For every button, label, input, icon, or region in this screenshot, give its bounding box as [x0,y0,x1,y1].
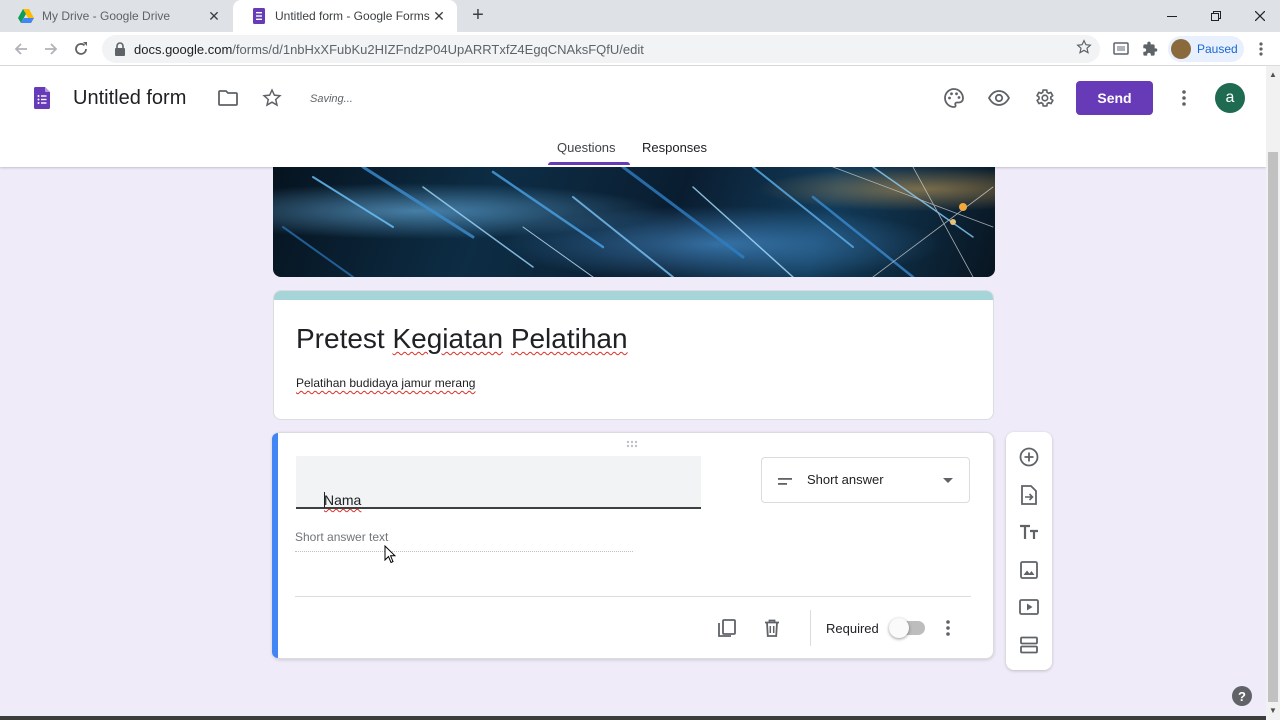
browser-tab-my-drive[interactable]: My Drive - Google Drive ✕ [0,0,232,32]
form-title-word: Kegiatan [392,323,504,354]
duplicate-icon[interactable] [715,616,739,640]
new-tab-icon[interactable]: + [468,5,488,26]
profile-avatar [1171,39,1191,59]
os-taskbar-edge [0,716,1266,720]
forward-arrow-icon[interactable] [41,39,61,59]
form-description[interactable]: Pelatihan budidaya jamur merang [296,376,475,390]
required-label: Required [826,621,879,636]
form-title[interactable]: Pretest Kegiatan Pelatihan [296,323,628,355]
form-title-word: Pelatihan [510,323,628,354]
document-title[interactable]: Untitled form [73,87,186,110]
google-drive-icon [18,8,34,24]
google-forms-logo-icon[interactable] [34,87,50,109]
google-forms-icon [251,8,267,24]
browser-tab-strip: My Drive - Google Drive ✕ Untitled form … [0,0,1280,32]
back-arrow-icon[interactable] [11,39,31,59]
save-status: Saving... [310,93,353,105]
add-video-icon[interactable] [1017,595,1041,619]
bookmark-star-icon[interactable] [1076,39,1092,60]
minimize-icon[interactable] [1150,0,1194,32]
card-divider [295,596,971,597]
cast-icon[interactable] [1111,39,1131,59]
close-tab-icon[interactable]: ✕ [206,8,222,24]
add-title-text-icon[interactable] [1017,520,1041,544]
drag-handle-icon[interactable] [626,440,642,448]
browser-toolbar: docs.google.com/forms/d/1nbHxXFubKu2HIZF… [0,32,1280,66]
tab-responses[interactable]: Responses [642,140,707,155]
close-window-icon[interactable] [1238,0,1280,32]
browser-menu-icon[interactable] [1251,39,1271,59]
form-title-card: Pretest Kegiatan Pelatihan Pelatihan bud… [273,290,994,420]
floating-toolbar [1006,432,1052,670]
text-caret [324,492,325,508]
address-bar[interactable]: docs.google.com/forms/d/1nbHxXFubKu2HIZF… [102,35,1100,63]
form-header-image [273,167,995,277]
scrollbar-thumb[interactable] [1268,152,1278,702]
send-button[interactable]: Send [1076,81,1153,115]
scroll-down-arrow-icon[interactable]: ▼ [1266,704,1280,718]
question-card[interactable]: Nama Short answer Short answer text Requ… [272,432,994,659]
star-icon[interactable] [260,86,284,110]
import-questions-icon[interactable] [1017,483,1041,507]
settings-gear-icon[interactable] [1032,86,1056,110]
browser-tab-title: Untitled form - Google Forms [275,9,430,23]
profile-button[interactable]: Paused [1168,36,1244,62]
question-type-label: Short answer [807,472,884,487]
page-scrollbar[interactable]: ▲ ▼ [1266,66,1280,720]
question-more-options-icon[interactable] [936,616,960,640]
mouse-cursor-icon [384,545,396,564]
profile-status: Paused [1197,42,1238,56]
theme-color-bar [274,291,993,300]
browser-tab-untitled-form[interactable]: Untitled form - Google Forms ✕ [233,0,457,32]
required-toggle[interactable] [889,618,927,638]
toolbar-divider [810,610,811,646]
active-card-indicator [272,433,278,658]
toggle-knob [889,618,909,638]
form-title-word: Pretest [296,323,385,354]
more-options-icon[interactable] [1172,86,1196,110]
form-title-text: Pretest Kegiatan Pelatihan [296,323,628,354]
add-image-icon[interactable] [1017,558,1041,582]
short-answer-placeholder: Short answer text [295,530,389,544]
palette-icon[interactable] [942,86,966,110]
add-section-icon[interactable] [1017,633,1041,657]
reload-icon[interactable] [71,39,91,59]
forms-header: Untitled form Saving... Send a Questions… [0,66,1266,167]
question-title-input[interactable]: Nama [296,456,701,509]
move-to-folder-icon[interactable] [216,86,240,110]
url-text: docs.google.com/forms/d/1nbHxXFubKu2HIZF… [134,42,644,57]
extensions-puzzle-icon[interactable] [1140,39,1160,59]
tab-questions[interactable]: Questions [557,140,616,155]
preview-eye-icon[interactable] [987,86,1011,110]
delete-trash-icon[interactable] [760,616,784,640]
question-title-text: Nama [324,492,362,508]
account-avatar[interactable]: a [1215,83,1245,113]
restore-icon[interactable] [1194,0,1238,32]
lock-icon [115,42,125,56]
add-question-icon[interactable] [1017,445,1041,469]
question-type-dropdown[interactable]: Short answer [761,457,970,503]
browser-tab-title: My Drive - Google Drive [42,9,171,23]
close-tab-icon[interactable]: ✕ [431,8,447,24]
scroll-up-arrow-icon[interactable]: ▲ [1266,68,1280,82]
active-tab-indicator [548,162,630,165]
help-question-icon[interactable]: ? [1232,686,1252,706]
answer-line [295,551,633,552]
short-answer-icon [778,478,792,485]
dropdown-arrow-icon [943,478,953,483]
